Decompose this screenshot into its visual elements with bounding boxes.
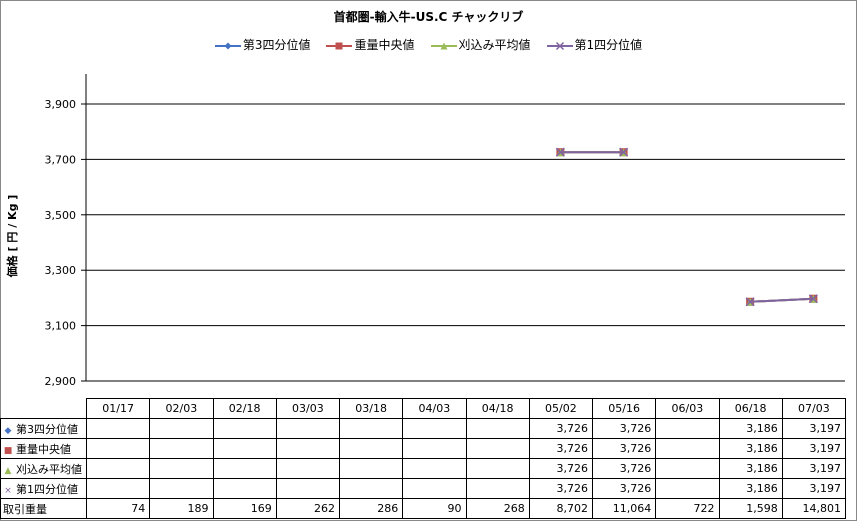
data-cell (465, 438, 530, 459)
data-cell: 8,702 (528, 498, 594, 519)
y-tick-label: 3,900 (45, 98, 77, 111)
table-row: 取引重量 74 189 169 262 286 90 268 8,702 11,064 722 1,5… (0, 498, 847, 519)
x-category-label: 06/03 (655, 398, 720, 419)
data-cell (85, 418, 151, 439)
data-cell (85, 458, 151, 479)
table-row: × 第1四分位値 3,726 3,726 3,186 3,197 (0, 478, 847, 499)
data-cell: 3,197 (781, 418, 847, 439)
y-tick-label: 2,900 (45, 375, 77, 388)
row-label: ◆ 第3四分位値 (0, 418, 87, 439)
data-cell (338, 478, 404, 499)
x-category-label: 07/03 (781, 398, 847, 419)
data-cell: 11,064 (591, 498, 657, 519)
x-category-label: 05/16 (591, 398, 657, 419)
data-cell: 286 (338, 498, 404, 519)
data-cell: 169 (212, 498, 277, 519)
data-cell (149, 458, 214, 479)
y-tick-label: 3,300 (45, 264, 77, 277)
data-cell (338, 438, 404, 459)
data-cell (149, 438, 214, 459)
data-cell: 74 (85, 498, 151, 519)
table-corner (0, 398, 87, 419)
data-cell (85, 438, 151, 459)
x-category-label: 06/18 (718, 398, 783, 419)
triangle-marker-icon: ▲ (4, 465, 12, 476)
table-row: ■ 重量中央値 3,726 3,726 3,186 3,197 (0, 438, 847, 459)
data-table: 01/17 02/03 02/18 03/03 03/18 04/03 04/18 05/02… (0, 398, 847, 519)
data-cell (655, 438, 720, 459)
data-cell (149, 418, 214, 439)
data-cell: 3,726 (591, 438, 657, 459)
data-cell: 189 (149, 498, 214, 519)
data-cell (465, 478, 530, 499)
data-cell (275, 418, 341, 439)
row-label: 取引重量 (0, 498, 87, 519)
x-category-label: 03/18 (338, 398, 404, 419)
data-cell (85, 478, 151, 499)
data-cell (655, 418, 720, 439)
data-cell (655, 478, 720, 499)
x-category-label: 04/18 (465, 398, 530, 419)
square-marker-icon: ■ (3, 445, 13, 456)
data-cell: 90 (402, 498, 467, 519)
data-cell: 3,186 (718, 478, 783, 499)
series-line-segment (750, 297, 814, 303)
data-cell (149, 478, 214, 499)
data-cell (212, 478, 277, 499)
y-tick-label: 3,500 (45, 209, 77, 222)
data-cell: 722 (655, 498, 720, 519)
data-cell: 3,186 (718, 418, 783, 439)
data-cell: 14,801 (781, 498, 847, 519)
data-cell (402, 478, 467, 499)
data-cell (275, 438, 341, 459)
data-cell (212, 418, 277, 439)
data-cell: 268 (465, 498, 530, 519)
data-cell (212, 438, 277, 459)
data-cell: 3,726 (528, 438, 594, 459)
data-cell (275, 478, 341, 499)
y-tick-label: 3,700 (45, 153, 77, 166)
x-category-label: 02/03 (149, 398, 214, 419)
data-cell: 3,197 (781, 438, 847, 459)
table-row: ▲ 刈込み平均値 3,726 3,726 3,186 3,197 (0, 458, 847, 479)
row-label: ▲ 刈込み平均値 (0, 458, 87, 479)
data-cell (338, 418, 404, 439)
data-cell: 3,726 (528, 478, 594, 499)
data-cell: 3,726 (528, 458, 594, 479)
row-label: × 第1四分位値 (0, 478, 87, 499)
diamond-marker-icon: ◆ (4, 425, 12, 436)
data-cell: 3,186 (718, 458, 783, 479)
x-category-label: 01/17 (85, 398, 151, 419)
data-cell: 262 (275, 498, 341, 519)
x-category-label: 04/03 (402, 398, 467, 419)
row-label: ■ 重量中央値 (0, 438, 87, 459)
data-cell (655, 458, 720, 479)
y-tick-label: 3,100 (45, 320, 77, 333)
table-row: ◆ 第3四分位値 3,726 3,726 3,186 3,197 (0, 418, 847, 439)
data-cell (465, 458, 530, 479)
data-cell (465, 418, 530, 439)
data-cell: 3,726 (528, 418, 594, 439)
x-marker-icon: × (4, 485, 12, 496)
data-cell (338, 458, 404, 479)
x-category-label: 02/18 (212, 398, 277, 419)
data-cell: 3,726 (591, 458, 657, 479)
data-cell: 1,598 (718, 498, 783, 519)
data-cell (275, 458, 341, 479)
data-cell: 3,726 (591, 418, 657, 439)
data-cell (402, 458, 467, 479)
x-category-label: 03/03 (275, 398, 341, 419)
data-cell (402, 438, 467, 459)
x-category-label: 05/02 (528, 398, 594, 419)
data-cell: 3,197 (781, 478, 847, 499)
data-cell: 3,726 (591, 478, 657, 499)
data-cell (402, 418, 467, 439)
plot-area: 2,900 3,100 3,300 3,500 3,700 3,900 (45, 74, 845, 388)
data-cell (212, 458, 277, 479)
data-cell: 3,197 (781, 458, 847, 479)
data-cell: 3,186 (718, 438, 783, 459)
